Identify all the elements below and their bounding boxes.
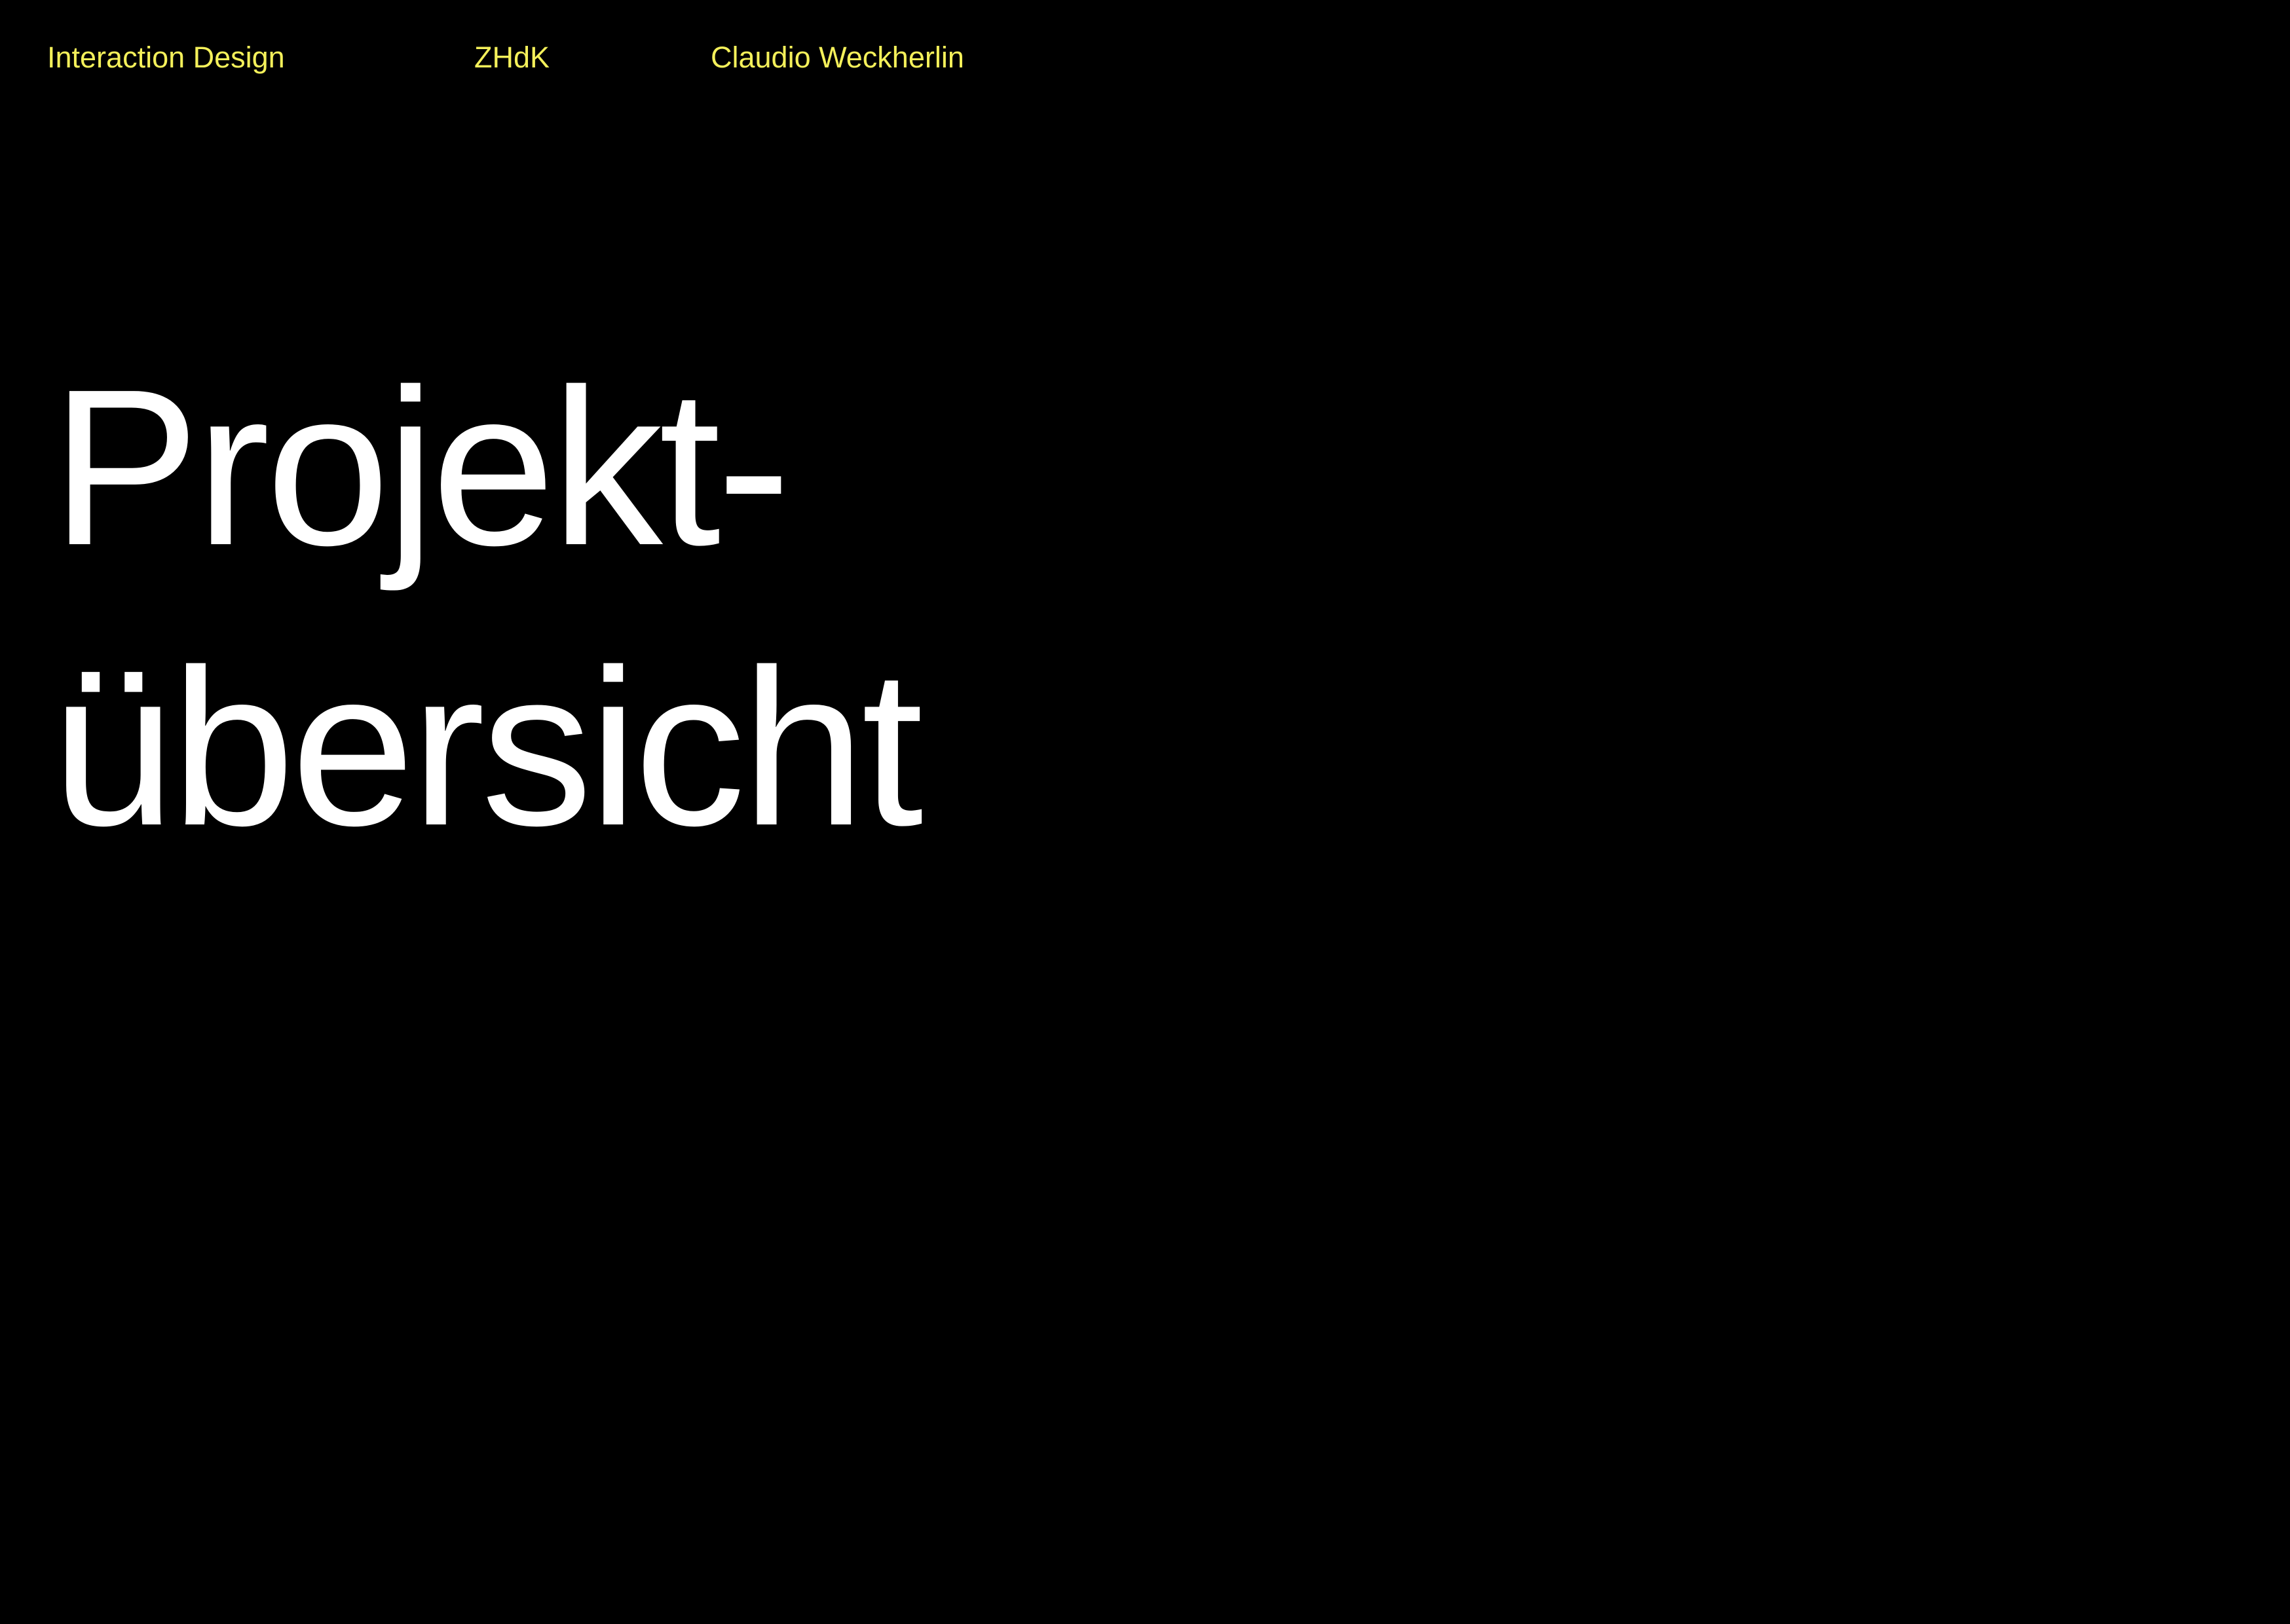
page-title-line-1: Projekt- xyxy=(51,343,791,592)
page-title-line-2: übersicht xyxy=(51,623,924,872)
header-author-label: Claudio Weckherlin xyxy=(711,41,964,74)
page-title: Projekt- übersicht xyxy=(51,327,924,888)
header-school-label: ZHdK xyxy=(474,41,550,74)
page-header: Interaction Design ZHdK Claudio Weckherl… xyxy=(0,0,2290,118)
header-program-label: Interaction Design xyxy=(47,41,285,74)
